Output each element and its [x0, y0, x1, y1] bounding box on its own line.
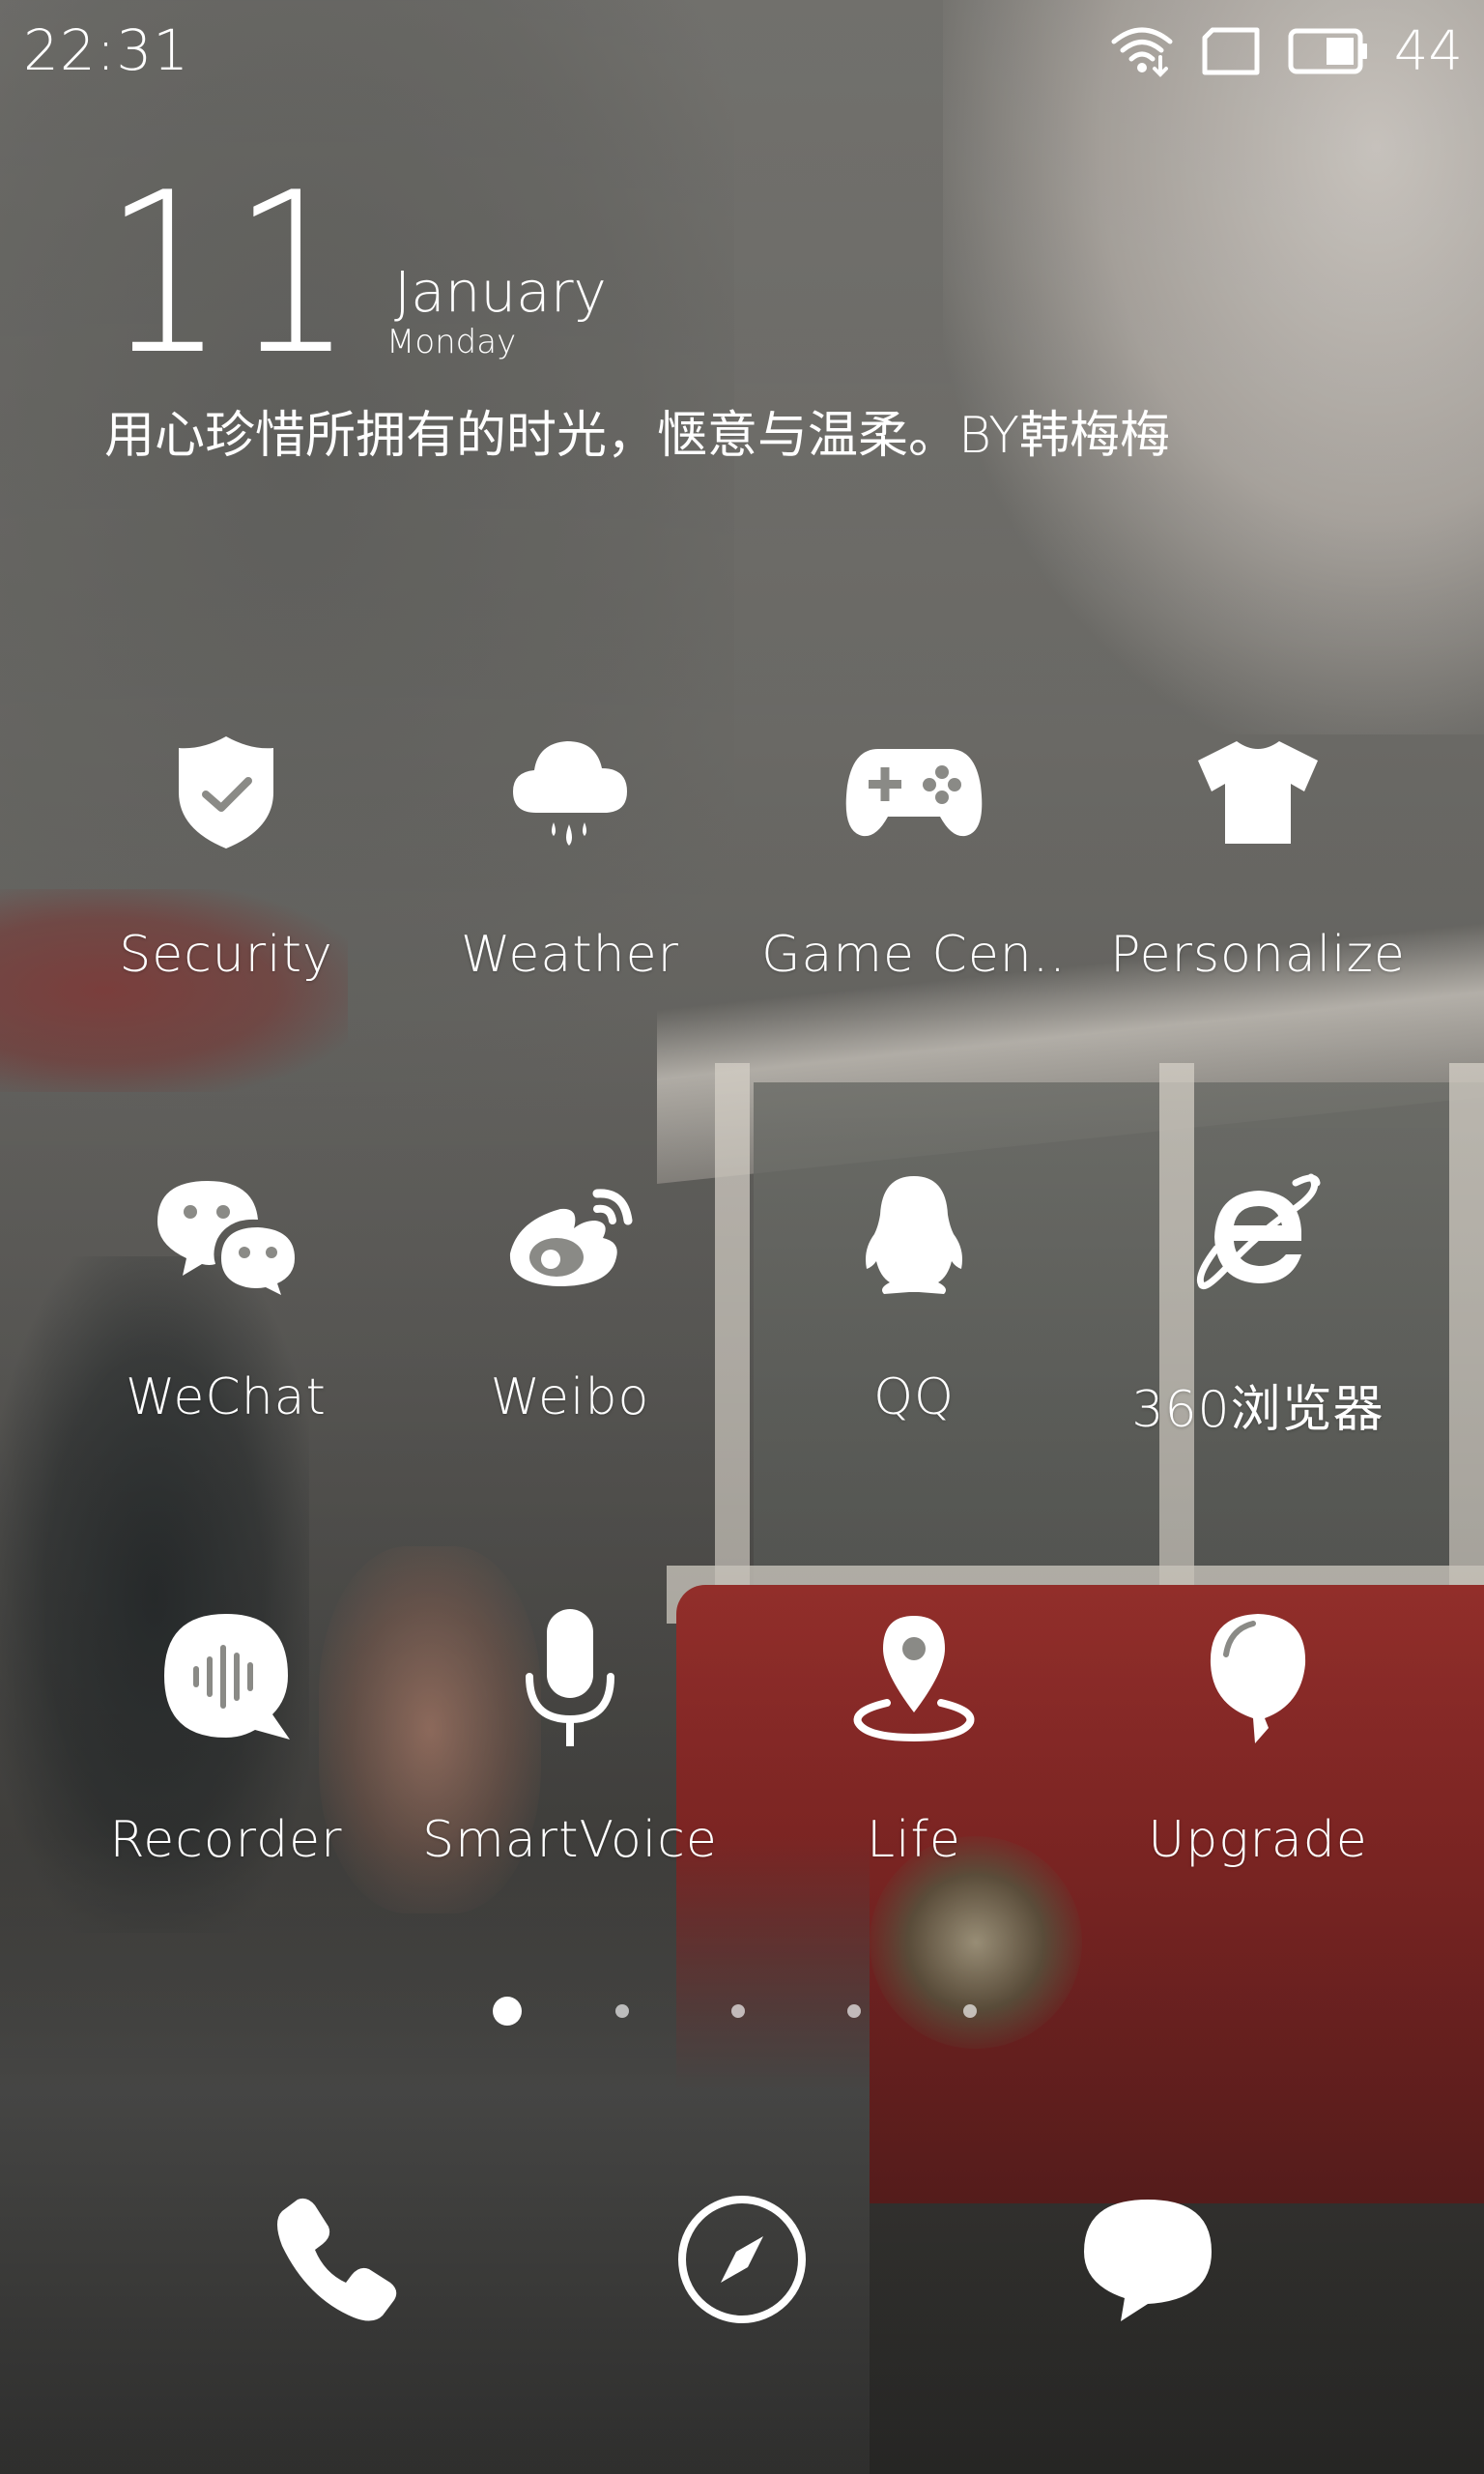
app-label: 360浏览器 [1131, 1381, 1384, 1439]
app-security[interactable]: Security [54, 715, 398, 1005]
microphone-icon [483, 1600, 657, 1755]
dock-messages[interactable] [1061, 2174, 1235, 2348]
app-personalize[interactable]: Personalize [1086, 715, 1430, 1005]
wechat-icon [139, 1158, 313, 1312]
app-label: Recorder [109, 1811, 343, 1869]
page-dot[interactable] [963, 2004, 977, 2018]
app-label: Life [867, 1811, 961, 1869]
app-label: SmartVoice [422, 1811, 718, 1869]
compass-icon [674, 2192, 810, 2331]
clock-weekday: Monday [386, 323, 517, 361]
balloon-icon [1171, 1600, 1345, 1755]
dock-browser[interactable] [655, 2174, 829, 2348]
app-upgrade[interactable]: Upgrade [1086, 1600, 1430, 1890]
weibo-icon [483, 1158, 657, 1312]
app-label: WeChat [126, 1368, 327, 1426]
shield-check-icon [139, 715, 313, 870]
dock [0, 2174, 1484, 2348]
page-indicator[interactable] [0, 1997, 1484, 2026]
app-qq[interactable]: QQ [742, 1158, 1086, 1448]
location-pin-icon [827, 1600, 1001, 1755]
wifi-icon [1110, 24, 1174, 78]
status-bar: 22:31 44 [0, 0, 1484, 101]
app-label: Weather [461, 926, 679, 984]
phone-icon [269, 2192, 404, 2331]
battery-level: 44 [1393, 19, 1463, 83]
battery-icon [1288, 27, 1369, 75]
app-360-browser[interactable]: 360浏览器 [1086, 1158, 1430, 1448]
app-grid: Security Weather Game Cen.. Personalize … [0, 715, 1484, 2043]
cloud-rain-icon [483, 715, 657, 870]
clock-day: 11 [104, 146, 361, 404]
app-weather[interactable]: Weather [398, 715, 742, 1005]
message-bubble-icon [1080, 2192, 1215, 2331]
page-dot[interactable] [731, 2004, 745, 2018]
status-time: 22:31 [23, 17, 190, 83]
clock-month: January [394, 259, 607, 325]
qq-penguin-icon [827, 1158, 1001, 1312]
clock-quote: 用心珍惜所拥有的时光，惬意与温柔。BY韩梅梅 [104, 407, 1170, 465]
app-wechat[interactable]: WeChat [54, 1158, 398, 1448]
page-dot[interactable] [847, 2004, 861, 2018]
app-label: Game Cen.. [761, 926, 1067, 984]
app-label: Security [119, 926, 333, 984]
browser-e-icon [1171, 1158, 1345, 1312]
app-label: Upgrade [1148, 1811, 1368, 1869]
voice-wave-icon [139, 1600, 313, 1755]
app-label: Personalize [1110, 926, 1406, 984]
app-game-center[interactable]: Game Cen.. [742, 715, 1086, 1005]
app-recorder[interactable]: Recorder [54, 1600, 398, 1890]
tshirt-icon [1171, 715, 1345, 870]
dock-phone[interactable] [249, 2174, 423, 2348]
app-label: QQ [873, 1368, 955, 1426]
app-row: Recorder SmartVoice Life Upgrade [0, 1600, 1484, 2043]
app-row: Security Weather Game Cen.. Personalize [0, 715, 1484, 1158]
page-dot[interactable] [615, 2004, 629, 2018]
app-smartvoice[interactable]: SmartVoice [398, 1600, 742, 1890]
app-label: Weibo [490, 1368, 650, 1426]
page-dot-active[interactable] [493, 1997, 522, 2026]
app-life[interactable]: Life [742, 1600, 1086, 1890]
app-weibo[interactable]: Weibo [398, 1158, 742, 1448]
clock-widget[interactable]: 11 January Monday 用心珍惜所拥有的时光，惬意与温柔。BY韩梅梅 [104, 164, 1264, 466]
sim-card-icon [1199, 26, 1263, 76]
app-row: WeChat Weibo QQ 360浏览器 [0, 1158, 1484, 1600]
gamepad-icon [827, 715, 1001, 870]
status-icons: 44 [1110, 17, 1463, 85]
